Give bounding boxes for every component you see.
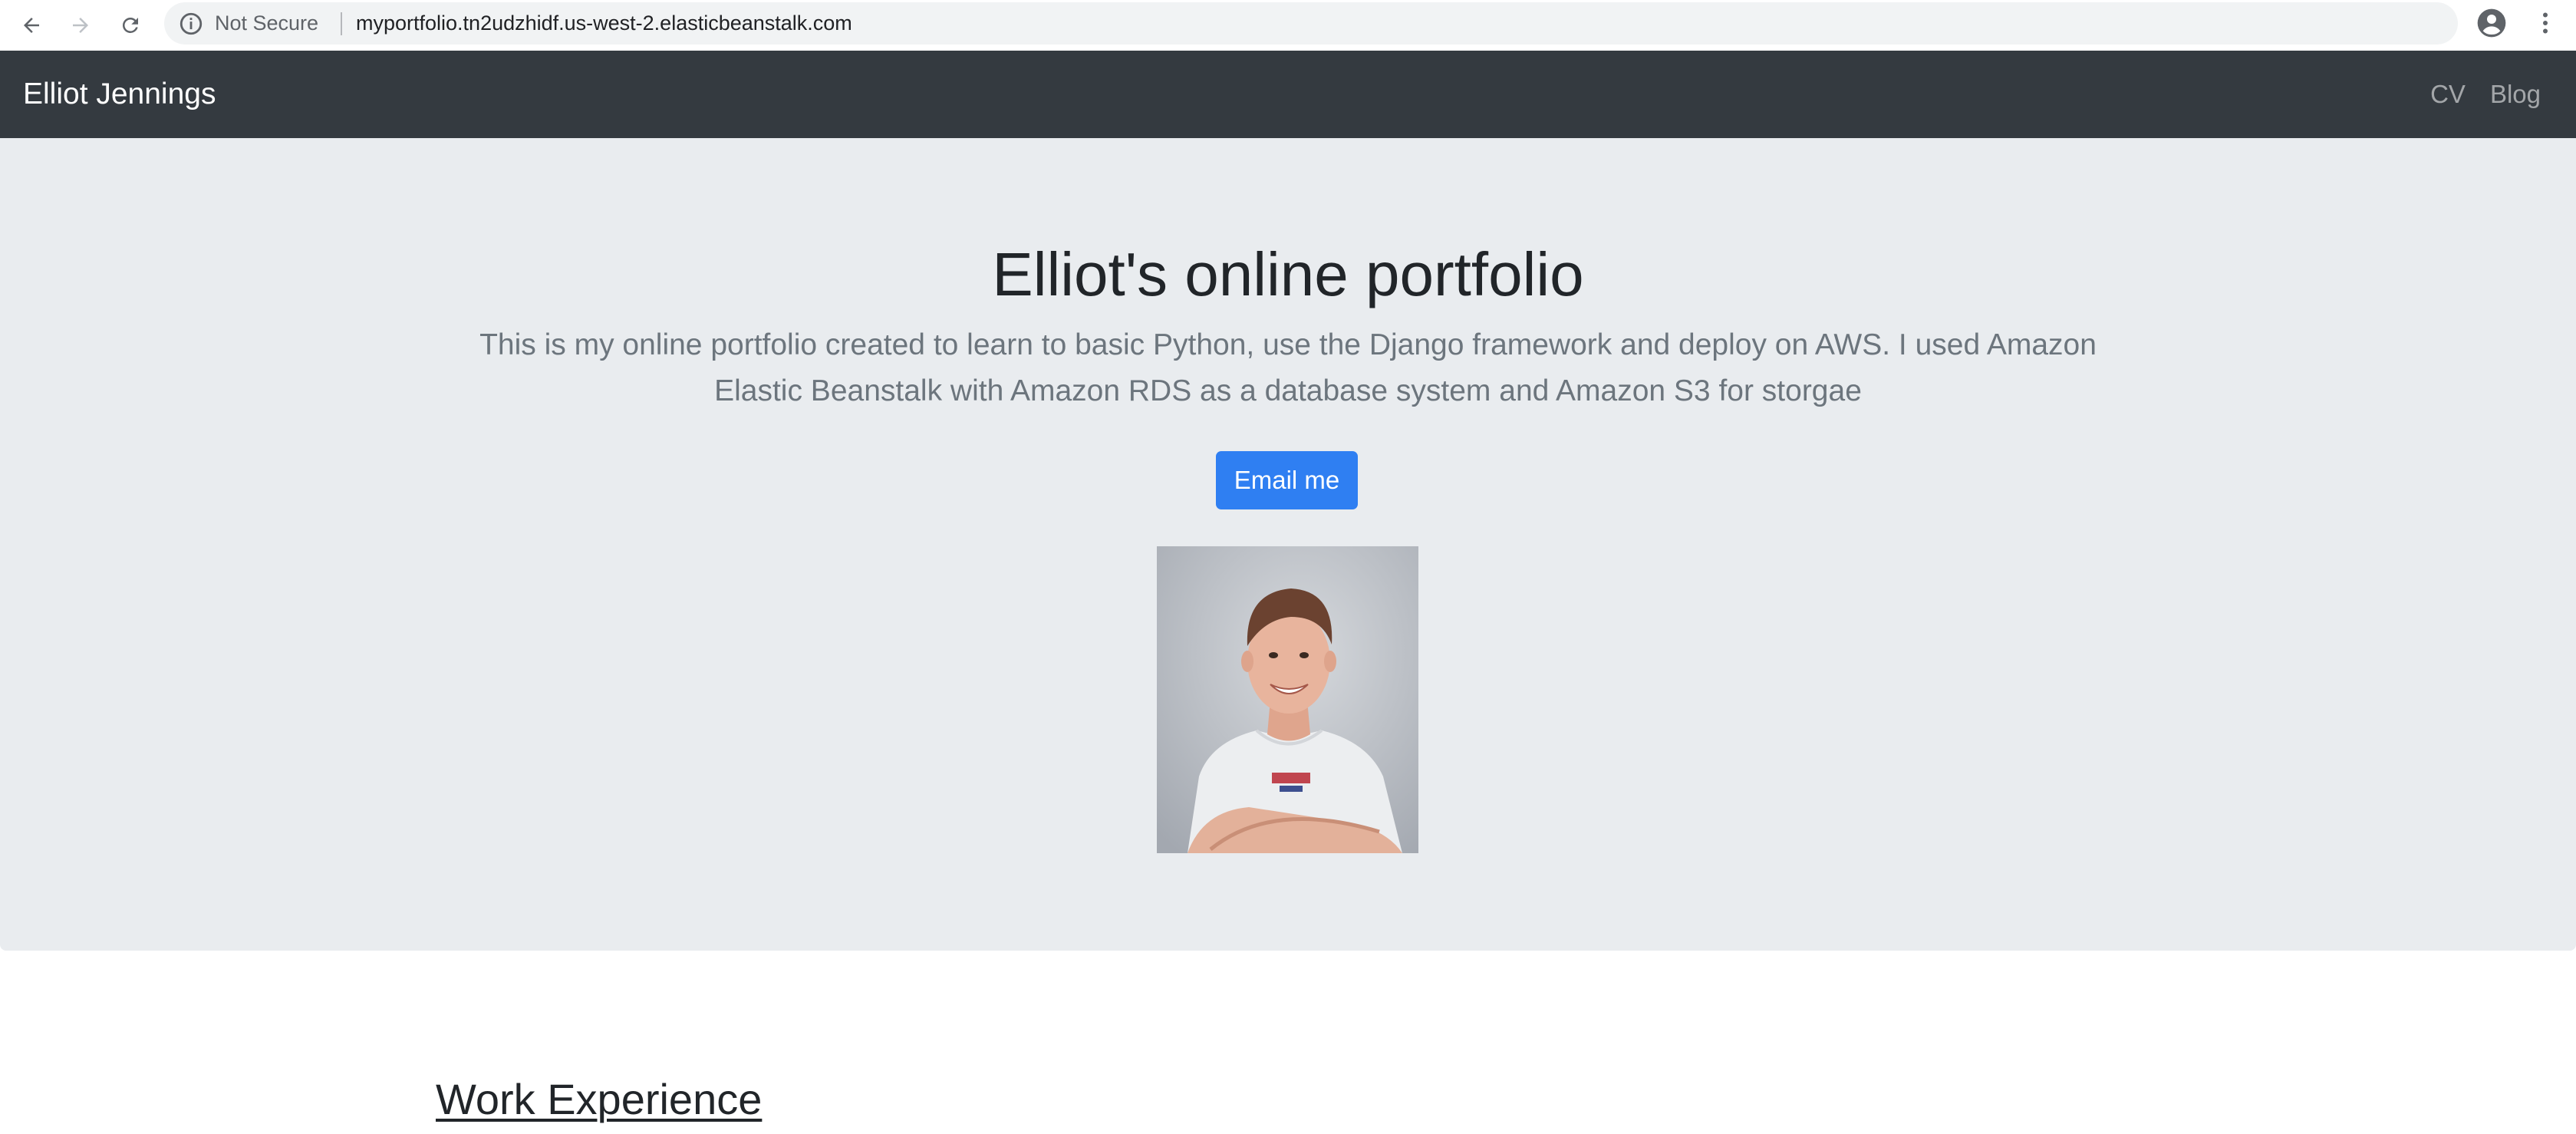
- hero-jumbotron: Elliot's online portfolio This is my onl…: [0, 138, 2576, 951]
- work-experience-heading: Work Experience: [436, 1075, 763, 1123]
- forward-button[interactable]: [61, 6, 100, 45]
- security-label[interactable]: Not Secure: [215, 10, 318, 36]
- back-button[interactable]: [12, 6, 51, 45]
- nav-links: CV Blog: [2430, 51, 2541, 138]
- site-navbar: Elliot Jennings CV Blog: [0, 51, 2576, 138]
- hero-lead: This is my online portfolio created to l…: [479, 328, 2097, 407]
- forward-icon: [73, 18, 88, 33]
- nav-link-cv[interactable]: CV: [2430, 80, 2466, 109]
- nav-link-blog[interactable]: Blog: [2490, 80, 2541, 109]
- profile-photo-illustration: [1157, 546, 1418, 853]
- address-divider: [341, 12, 342, 35]
- hero-title: Elliot's online portfolio: [992, 240, 1584, 308]
- reload-button[interactable]: [111, 6, 150, 45]
- profile-photo: [1157, 546, 1418, 853]
- url-text[interactable]: myportfolio.tn2udzhidf.us-west-2.elastic…: [356, 10, 852, 36]
- account-icon[interactable]: [2476, 8, 2507, 38]
- menu-icon[interactable]: [2532, 8, 2559, 38]
- address-bar[interactable]: Not Secure myportfolio.tn2udzhidf.us-wes…: [164, 2, 2458, 45]
- browser-toolbar: Not Secure myportfolio.tn2udzhidf.us-wes…: [0, 0, 2576, 51]
- back-icon: [24, 18, 39, 33]
- email-me-button[interactable]: Email me: [1216, 451, 1358, 509]
- reload-icon: [122, 17, 138, 33]
- info-icon[interactable]: [178, 11, 204, 37]
- brand-link[interactable]: Elliot Jennings: [23, 51, 216, 138]
